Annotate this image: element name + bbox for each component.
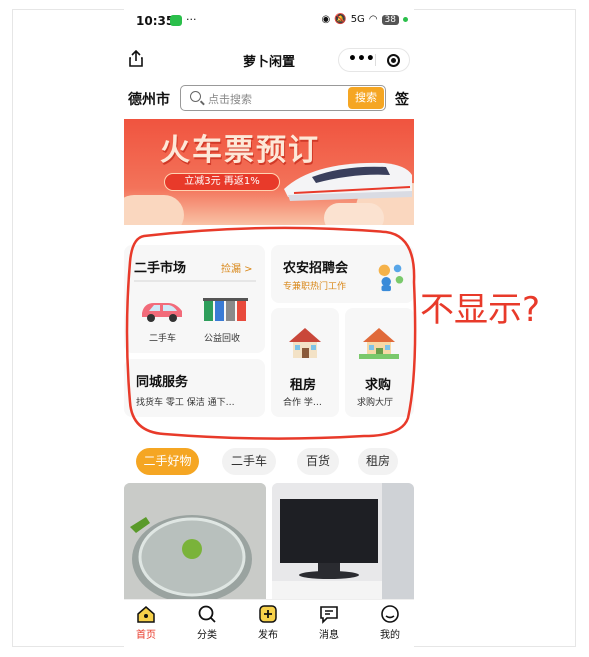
bottom-nav: 首页 分类 发布 消息 我的: [124, 599, 414, 649]
tab-used-car[interactable]: 二手车: [222, 448, 276, 475]
nav-publish-label: 发布: [258, 630, 278, 641]
nav-profile[interactable]: 我的: [370, 604, 410, 641]
search-placeholder: 点击搜索: [208, 93, 252, 106]
tab-rent[interactable]: 租房: [358, 448, 398, 475]
home-icon: [137, 606, 155, 623]
battery-icon: 38: [381, 14, 399, 25]
cloud-decoration: [124, 195, 184, 225]
miniprogram-capsule: •••: [338, 48, 410, 72]
nav-category[interactable]: 分类: [187, 604, 227, 641]
nav-publish[interactable]: 发布: [248, 604, 288, 641]
indicator-dot: [403, 17, 408, 22]
status-dots: ···: [186, 13, 197, 26]
status-time: 10:35: [136, 14, 175, 28]
title-bar: 萝卜闲置 •••: [124, 45, 414, 75]
tab-second-hand-goods[interactable]: 二手好物: [136, 448, 199, 475]
annotation-oval: [125, 226, 417, 440]
nav-profile-label: 我的: [380, 630, 400, 641]
more-icon[interactable]: •••: [348, 51, 375, 67]
status-bar: 10:35 ··· ◉ 🔕 5G ◠ 38: [124, 9, 414, 35]
nav-home[interactable]: 首页: [126, 604, 166, 641]
product-image: [124, 483, 266, 607]
search-input[interactable]: 点击搜索 搜索: [180, 85, 386, 111]
train-ticket-banner[interactable]: 火车票预订 立减3元 再返1%: [124, 119, 414, 225]
location-icon: ◉: [321, 14, 331, 25]
search-icon: [190, 91, 201, 102]
city-selector[interactable]: 德州市: [128, 89, 170, 109]
sign-in-button[interactable]: 签: [395, 89, 409, 109]
search-icon: [198, 605, 216, 623]
banner-promo: 立减3元 再返1%: [164, 173, 280, 191]
annotation-text: 不显示?: [420, 290, 541, 330]
plus-icon: [259, 605, 277, 623]
search-button[interactable]: 搜索: [348, 87, 384, 109]
wechat-icon: [170, 15, 182, 26]
capsule-divider: [375, 54, 376, 66]
message-icon: [320, 606, 338, 624]
close-miniprogram-icon[interactable]: [387, 54, 400, 67]
mute-icon: 🔕: [334, 14, 347, 25]
tab-groceries[interactable]: 百货: [297, 448, 339, 475]
status-icons: ◉ 🔕 5G ◠ 38: [321, 14, 408, 25]
signal-icon: 5G: [350, 14, 365, 25]
profile-icon: [381, 605, 399, 623]
nav-messages[interactable]: 消息: [309, 604, 349, 641]
product-card[interactable]: [272, 483, 414, 607]
product-image: [272, 483, 414, 607]
train-illustration: [284, 162, 412, 201]
wifi-icon: ◠: [368, 14, 378, 25]
nav-messages-label: 消息: [319, 630, 339, 641]
nav-category-label: 分类: [197, 630, 217, 641]
nav-home-label: 首页: [136, 630, 156, 641]
product-card[interactable]: [124, 483, 266, 607]
